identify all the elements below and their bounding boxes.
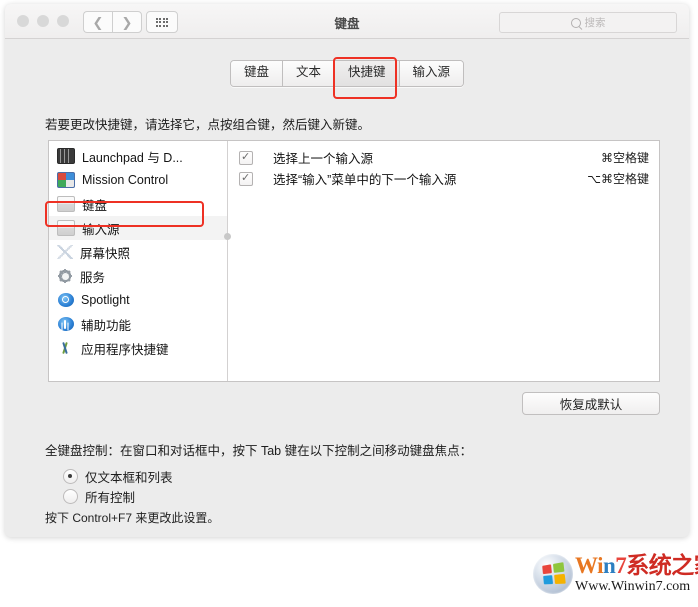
restore-defaults-button[interactable]: 恢复成默认 — [522, 392, 660, 415]
keyboard-icon — [57, 196, 75, 212]
window-titlebar: ❮ ❯ 键盘 搜索 — [5, 4, 689, 39]
search-placeholder: 搜索 — [584, 17, 606, 29]
sidebar-item-label: Launchpad 与 D... — [82, 150, 183, 165]
shortcut-checkbox[interactable] — [239, 171, 253, 186]
shortcut-key[interactable]: ⌘空格键 — [601, 149, 649, 166]
mission-control-icon — [57, 172, 75, 188]
sidebar-item-label: 服务 — [80, 270, 106, 285]
tab-shortcuts[interactable]: 快捷键 — [335, 61, 400, 86]
sidebar-item-label: 屏幕快照 — [80, 246, 131, 261]
watermark-url: Www.Winwin7.com — [575, 579, 691, 594]
app-shortcuts-icon — [58, 341, 74, 355]
sidebar-item-label: Spotlight — [81, 293, 130, 307]
sidebar-item-launchpad[interactable]: Launchpad 与 D... — [49, 144, 227, 168]
windows-logo-icon — [533, 554, 573, 594]
sidebar-item-label: 输入源 — [82, 222, 120, 237]
sidebar-item-screenshots[interactable]: 屏幕快照 — [49, 240, 227, 264]
screenshot-icon — [57, 245, 73, 259]
shortcut-category-list[interactable]: Launchpad 与 D... Mission Control 键盘 输入源 … — [49, 141, 231, 381]
table-row[interactable]: 选择上一个输入源 ⌘空格键 — [228, 147, 659, 168]
services-gear-icon — [57, 269, 73, 283]
shortcut-name: 选择上一个输入源 — [273, 152, 374, 166]
spotlight-icon — [58, 293, 74, 307]
search-field[interactable]: 搜索 — [499, 12, 677, 33]
full-keyboard-access-label: 全键盘控制：在窗口和对话框中，按下 Tab 键在以下控制之间移动键盘焦点： — [45, 444, 473, 458]
shortcut-checkbox[interactable] — [239, 150, 253, 165]
radio-button[interactable] — [63, 489, 78, 504]
sidebar-item-label: 辅助功能 — [81, 318, 132, 333]
radio-option-all-controls[interactable]: 所有控制 — [63, 487, 135, 506]
launchpad-icon — [57, 148, 75, 164]
watermark-brand: Win7系统之家 — [575, 554, 698, 578]
accessibility-icon — [58, 317, 74, 331]
sidebar-item-app-shortcuts[interactable]: 应用程序快捷键 — [49, 336, 227, 360]
sidebar-item-keyboard[interactable]: 键盘 — [49, 192, 227, 216]
radio-button[interactable] — [63, 469, 78, 484]
radio-label: 所有控制 — [85, 491, 136, 505]
watermark-brand-w: W — [575, 553, 598, 578]
tab-text[interactable]: 文本 — [282, 61, 335, 86]
sidebar-item-label: Mission Control — [82, 173, 169, 187]
radio-option-text-boxes-and-lists[interactable]: 仅文本框和列表 — [63, 467, 173, 486]
sidebar-item-accessibility[interactable]: 辅助功能 — [49, 312, 227, 336]
sidebar-item-spotlight[interactable]: Spotlight — [49, 288, 227, 312]
shortcut-list[interactable]: 选择上一个输入源 ⌘空格键 选择“输入”菜单中的下一个输入源 ⌥⌘空格键 — [228, 141, 659, 381]
watermark: Win7系统之家 Www.Winwin7.com — [533, 549, 698, 599]
watermark-brand-n: n — [602, 553, 616, 578]
radio-label: 仅文本框和列表 — [85, 471, 173, 485]
instruction-text: 若要更改快捷键，请选择它，点按组合键，然后键入新键。 — [45, 118, 371, 132]
sidebar-item-mission-control[interactable]: Mission Control — [49, 168, 227, 192]
pane-divider-handle[interactable] — [224, 233, 231, 240]
sidebar-item-services[interactable]: 服务 — [49, 264, 227, 288]
tab-input-sources[interactable]: 输入源 — [399, 61, 464, 86]
sidebar-item-label: 应用程序快捷键 — [81, 342, 169, 357]
keyboard-preferences-window: ❮ ❯ 键盘 搜索 键盘 文本 快捷键 输入源 若要更改快捷键，请选择它，点按组… — [5, 4, 689, 537]
search-icon — [570, 17, 581, 28]
table-row[interactable]: 选择“输入”菜单中的下一个输入源 ⌥⌘空格键 — [228, 168, 659, 189]
shortcuts-panes: Launchpad 与 D... Mission Control 键盘 输入源 … — [48, 140, 660, 382]
sidebar-item-label: 键盘 — [82, 198, 108, 213]
shortcut-name: 选择“输入”菜单中的下一个输入源 — [273, 173, 457, 187]
sidebar-item-input-sources[interactable]: 输入源 — [49, 216, 227, 240]
input-source-icon — [57, 220, 75, 236]
shortcut-key[interactable]: ⌥⌘空格键 — [587, 170, 649, 187]
tab-bar: 键盘 文本 快捷键 输入源 — [5, 60, 689, 87]
watermark-brand-cn: 系统之家 — [626, 553, 698, 578]
keyboard-access-footnote: 按下 Control+F7 来更改此设置。 — [45, 511, 220, 525]
watermark-brand-7: 7 — [615, 553, 627, 578]
tab-keyboard[interactable]: 键盘 — [230, 61, 283, 86]
